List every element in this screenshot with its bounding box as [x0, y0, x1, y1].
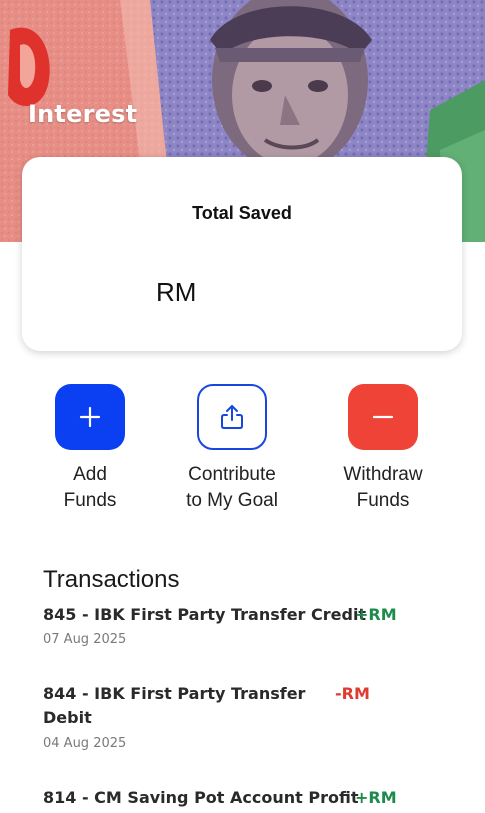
transaction-date: 04 Aug 2025 — [43, 736, 127, 751]
plus-icon — [79, 406, 101, 428]
transactions-heading: Transactions — [43, 566, 180, 593]
transaction-description: 814 - CM Saving Pot Account Profit — [43, 788, 359, 807]
app-screen: Interest Total Saved RM Add Funds Contri… — [0, 0, 485, 813]
transaction-description: 844 - IBK First Party Transfer Debit — [43, 684, 306, 727]
total-saved-card: Total Saved RM — [22, 157, 462, 351]
total-saved-title: Total Saved — [192, 203, 292, 223]
transaction-item[interactable]: 845 - IBK First Party Transfer Credit +R… — [43, 603, 443, 663]
withdraw-funds-action[interactable]: Withdraw Funds — [308, 384, 458, 514]
transaction-item[interactable]: 814 - CM Saving Pot Account Profit +RM — [43, 786, 443, 813]
withdraw-funds-button[interactable] — [348, 384, 418, 450]
transaction-amount: +RM — [355, 605, 397, 624]
minus-icon — [372, 415, 394, 419]
contribute-button[interactable] — [197, 384, 267, 450]
transaction-item[interactable]: 844 - IBK First Party Transfer Debit -RM… — [43, 682, 443, 756]
total-saved-amount: RM — [156, 277, 197, 307]
transaction-date: 07 Aug 2025 — [43, 632, 127, 647]
transaction-description: 845 - IBK First Party Transfer Credit — [43, 605, 367, 624]
contribute-label: Contribute to My Goal — [186, 464, 278, 511]
add-funds-label: Add Funds — [63, 464, 117, 511]
share-icon — [221, 405, 243, 429]
withdraw-funds-label: Withdraw Funds — [343, 464, 423, 511]
add-funds-button[interactable] — [55, 384, 125, 450]
add-funds-action[interactable]: Add Funds — [15, 384, 165, 514]
transaction-amount: -RM — [335, 684, 370, 703]
contribute-action[interactable]: Contribute to My Goal — [157, 384, 307, 514]
transaction-amount: +RM — [355, 788, 397, 807]
interest-label: Interest — [28, 100, 138, 128]
